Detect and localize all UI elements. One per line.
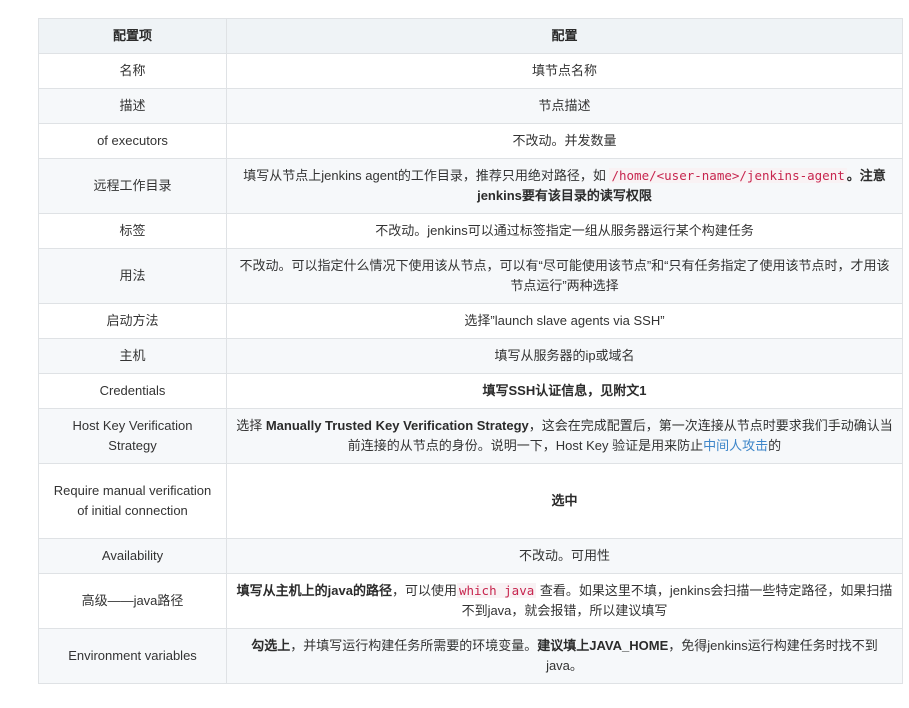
row-config: 不改动。并发数量 [226,123,903,159]
table-row: Require manual verification of initial c… [38,463,903,539]
row-config: 填写从主机上的java的路径，可以使用 which java 查看。如果这里不填，… [226,573,903,629]
config-text: 的 [768,438,782,453]
row-item: Environment variables [38,628,227,684]
config-bold-text: 填写从主机上的java的路径 [236,583,392,598]
mitm-link[interactable]: 中间人攻击 [703,438,768,453]
table-row: 名称 填节点名称 [38,53,903,89]
inline-code: /home/<user-name>/jenkins-agent [609,168,847,183]
table-row: 启动方法 选择”launch slave agents via SSH” [38,303,903,339]
row-config: 不改动。jenkins可以通过标签指定一组从服务器运行某个构建任务 [226,213,903,249]
row-item: 主机 [38,338,227,374]
config-bold-text: Manually Trusted Key Verification Strate… [265,418,529,433]
row-item: 名称 [38,53,227,89]
table-row: of executors 不改动。并发数量 [38,123,903,159]
header-item: 配置项 [38,18,227,54]
row-config: 填节点名称 [226,53,903,89]
row-config: 勾选上，并填写运行构建任务所需要的环境变量。建议填上JAVA_HOME，免得je… [226,628,903,684]
row-item: 高级——java路径 [38,573,227,629]
row-config: 节点描述 [226,88,903,124]
header-config: 配置 [226,18,903,54]
config-text: 填写从节点上jenkins agent的工作目录，推荐只用绝对路径，如 [243,168,606,183]
table-header-row: 配置项 配置 [38,18,903,54]
table-row: 高级——java路径 填写从主机上的java的路径，可以使用 which java… [38,573,903,629]
inline-code: which java [456,583,537,598]
table-row: Host Key Verification Strategy 选择 Manual… [38,408,903,464]
row-config: 选中 [226,463,903,539]
row-config: 填写从节点上jenkins agent的工作目录，推荐只用绝对路径，如 /hom… [226,158,903,214]
table-row: 描述 节点描述 [38,88,903,124]
row-config: 选择 Manually Trusted Key Verification Str… [226,408,903,464]
table-row: Environment variables 勾选上，并填写运行构建任务所需要的环… [38,628,903,684]
row-item: 用法 [38,248,227,304]
table-row: 远程工作目录 填写从节点上jenkins agent的工作目录，推荐只用绝对路径… [38,158,903,214]
row-item: Require manual verification of initial c… [38,463,227,539]
config-text: 选择 [236,418,266,433]
row-config: 填写SSH认证信息，见附文1 [226,373,903,409]
row-item: 远程工作目录 [38,158,227,214]
table-row: 标签 不改动。jenkins可以通过标签指定一组从服务器运行某个构建任务 [38,213,903,249]
row-config: 不改动。可以指定什么情况下使用该从节点，可以有“尽可能使用该节点”和“只有任务指… [226,248,903,304]
config-bold-text: 建议填上JAVA_HOME [537,638,669,653]
config-bold-text: 勾选上 [251,638,291,653]
row-config: 不改动。可用性 [226,538,903,574]
row-config: 填写从服务器的ip或域名 [226,338,903,374]
row-item: of executors [38,123,227,159]
config-table: 配置项 配置 名称 填节点名称 描述 节点描述 of executors 不改动… [38,18,903,684]
config-text: ，可以使用 [391,583,457,598]
row-item: Availability [38,538,227,574]
row-config: 选择”launch slave agents via SSH” [226,303,903,339]
table-row: 主机 填写从服务器的ip或域名 [38,338,903,374]
table-row: Credentials 填写SSH认证信息，见附文1 [38,373,903,409]
row-item: 启动方法 [38,303,227,339]
table-row: Availability 不改动。可用性 [38,538,903,574]
row-item: Credentials [38,373,227,409]
row-item: 描述 [38,88,227,124]
config-bold-text: 填写SSH认证信息，见附文1 [482,383,647,398]
config-text: ，并填写运行构建任务所需要的环境变量。 [290,638,538,653]
row-item: Host Key Verification Strategy [38,408,227,464]
table-row: 用法 不改动。可以指定什么情况下使用该从节点，可以有“尽可能使用该节点”和“只有… [38,248,903,304]
row-item: 标签 [38,213,227,249]
config-bold-text: 选中 [551,493,578,508]
